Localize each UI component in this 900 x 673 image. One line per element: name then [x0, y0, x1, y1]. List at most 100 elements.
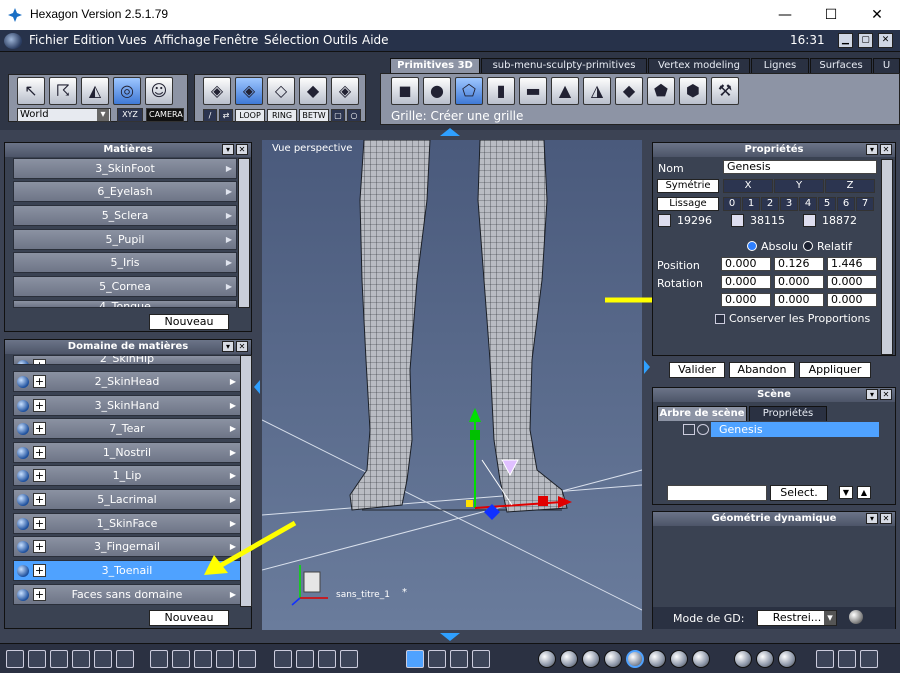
rotate-tool-icon[interactable] — [428, 650, 446, 668]
face-cube-icon[interactable]: ◈ — [235, 77, 263, 105]
menu-aide[interactable]: Aide — [362, 33, 389, 47]
loop-button[interactable]: LOOP — [235, 109, 265, 122]
sphere-primitive-icon[interactable]: ● — [423, 77, 451, 105]
shaded-sphere-icon[interactable] — [604, 650, 622, 668]
panel-menu-icon[interactable]: ▾ — [866, 513, 878, 524]
flat-sphere-icon[interactable] — [582, 650, 600, 668]
icosahedron-primitive-icon[interactable]: ⬢ — [679, 77, 707, 105]
list-item[interactable]: 5_Pupil ▶ — [13, 229, 237, 250]
grid-view-icon[interactable] — [238, 650, 256, 668]
pan-icon[interactable] — [296, 650, 314, 668]
table-row[interactable]: +7_Tear ▶ — [13, 418, 241, 439]
drop-tool-icon[interactable] — [472, 650, 490, 668]
layout-4-icon[interactable] — [72, 650, 90, 668]
close-button[interactable]: ✕ — [854, 0, 900, 30]
list-item[interactable]: 5_Iris ▶ — [13, 252, 237, 273]
symetrie-button[interactable]: Symétrie — [657, 179, 719, 193]
scale-tool-icon[interactable] — [450, 650, 468, 668]
cone-primitive-icon[interactable]: ▲ — [551, 77, 579, 105]
table-row[interactable]: +2_SkinHip — [13, 355, 241, 365]
relatif-radio[interactable] — [803, 241, 813, 251]
proprietes-scrollbar[interactable] — [881, 159, 893, 355]
scroll-up-icon[interactable]: ▲ — [857, 486, 871, 499]
valider-button[interactable]: Valider — [669, 362, 725, 378]
lasso-icon[interactable]: ☈ — [49, 77, 77, 105]
layout-6-icon[interactable] — [116, 650, 134, 668]
camera-lens-icon[interactable] — [816, 650, 834, 668]
position-x-field[interactable]: 0.000 — [721, 257, 771, 271]
panel-menu-icon[interactable]: ▾ — [222, 144, 234, 155]
layout-2-icon[interactable] — [28, 650, 46, 668]
tab-lignes[interactable]: Lignes — [751, 58, 809, 73]
rotation-z-field[interactable]: 0.000 — [827, 275, 877, 289]
table-row[interactable]: +5_Lacrimal ▶ — [13, 489, 241, 510]
tab-scene-proprietes[interactable]: Propriétés — [749, 406, 827, 421]
matieres-nouveau-button[interactable]: Nouveau — [149, 314, 229, 330]
edge-cube-icon[interactable]: ◇ — [267, 77, 295, 105]
chart-icon[interactable] — [150, 650, 168, 668]
menu-edition[interactable]: Edition — [73, 33, 115, 47]
list-item[interactable]: 3_SkinFoot ▶ — [13, 158, 237, 179]
smooth-sphere-icon[interactable] — [626, 650, 644, 668]
square-select-icon[interactable]: ▢ — [331, 109, 345, 122]
white-sphere-icon[interactable] — [692, 650, 710, 668]
symetrie-x-button[interactable]: X — [723, 179, 773, 193]
lissage-level-0[interactable]: 0 — [723, 197, 741, 211]
lock-icon[interactable] — [683, 424, 695, 435]
arrows-icon[interactable]: ⇄ — [219, 109, 233, 122]
scene-search-input[interactable] — [667, 485, 767, 501]
camera-button[interactable]: CAMERA — [146, 108, 184, 122]
rotation-x-field[interactable]: 0.000 — [721, 275, 771, 289]
xyz-button[interactable]: XYZ — [117, 108, 143, 122]
panel-close-icon[interactable]: ✕ — [880, 389, 892, 400]
vertex-cube-icon[interactable]: ◆ — [299, 77, 327, 105]
menu-fenetre[interactable]: Fenêtre — [213, 33, 258, 47]
move-tool-icon[interactable] — [406, 650, 424, 668]
lissage-level-5[interactable]: 5 — [818, 197, 836, 211]
world-select[interactable]: World ▾ — [17, 108, 111, 122]
plane-primitive-icon[interactable]: ▮ — [487, 77, 515, 105]
menu-affichage[interactable]: Affichage — [154, 33, 210, 47]
cylinder-primitive-icon[interactable]: ▬ — [519, 77, 547, 105]
tab-arbre-de-scene[interactable]: Arbre de scène — [657, 406, 747, 421]
view-eye-icon[interactable] — [340, 650, 358, 668]
list-item[interactable]: 6_Eyelash ▶ — [13, 181, 237, 202]
table-row[interactable]: + Faces sans domaine ▶ — [13, 584, 241, 605]
pyramid-primitive-icon[interactable]: ◮ — [583, 77, 611, 105]
paint-select-icon[interactable]: ◭ — [81, 77, 109, 105]
wire-sphere-icon[interactable] — [538, 650, 556, 668]
list-item[interactable]: 5_Cornea ▶ — [13, 276, 237, 297]
taille-y-field[interactable]: 0.000 — [774, 293, 824, 307]
eye-icon[interactable] — [697, 424, 709, 435]
nom-field[interactable]: Genesis — [723, 160, 877, 174]
auto-cube-icon[interactable]: ◈ — [331, 77, 359, 105]
rotation-y-field[interactable]: 0.000 — [774, 275, 824, 289]
paint-icon[interactable] — [172, 650, 190, 668]
abandon-button[interactable]: Abandon — [729, 362, 795, 378]
render-1-icon[interactable] — [734, 650, 752, 668]
zoom-icon[interactable] — [318, 650, 336, 668]
scroll-down-icon[interactable]: ▼ — [839, 486, 853, 499]
box-icon[interactable] — [838, 650, 856, 668]
inner-close-button[interactable]: ✕ — [878, 33, 893, 48]
tab-primitives-3d[interactable]: Primitives 3D — [390, 58, 480, 73]
magic-select-icon[interactable]: ◎ — [113, 77, 141, 105]
fit-view-icon[interactable] — [274, 650, 292, 668]
table-row[interactable]: +3_SkinHand ▶ — [13, 395, 241, 416]
panel-close-icon[interactable]: ✕ — [236, 341, 248, 352]
table-row[interactable]: +1_Lip ▶ — [13, 465, 241, 486]
viewport-perspective[interactable]: Vue perspective sans_titre_1 * — [262, 140, 642, 630]
ghost-icon[interactable]: ☺ — [145, 77, 173, 105]
lissage-level-2[interactable]: 2 — [761, 197, 779, 211]
uv-grid-icon[interactable] — [194, 650, 212, 668]
light-sphere-icon[interactable] — [670, 650, 688, 668]
taille-z-field[interactable]: 0.000 — [827, 293, 877, 307]
grid-sphere-icon[interactable] — [560, 650, 578, 668]
symetrie-y-button[interactable]: Y — [774, 179, 824, 193]
grid-primitive-icon[interactable]: ⬠ — [455, 77, 483, 105]
tab-u[interactable]: U — [873, 58, 900, 73]
symetrie-z-button[interactable]: Z — [825, 179, 875, 193]
render-2-icon[interactable] — [756, 650, 774, 668]
tab-vertex-modeling[interactable]: Vertex modeling — [648, 58, 750, 73]
ring-button[interactable]: RING — [267, 109, 297, 122]
